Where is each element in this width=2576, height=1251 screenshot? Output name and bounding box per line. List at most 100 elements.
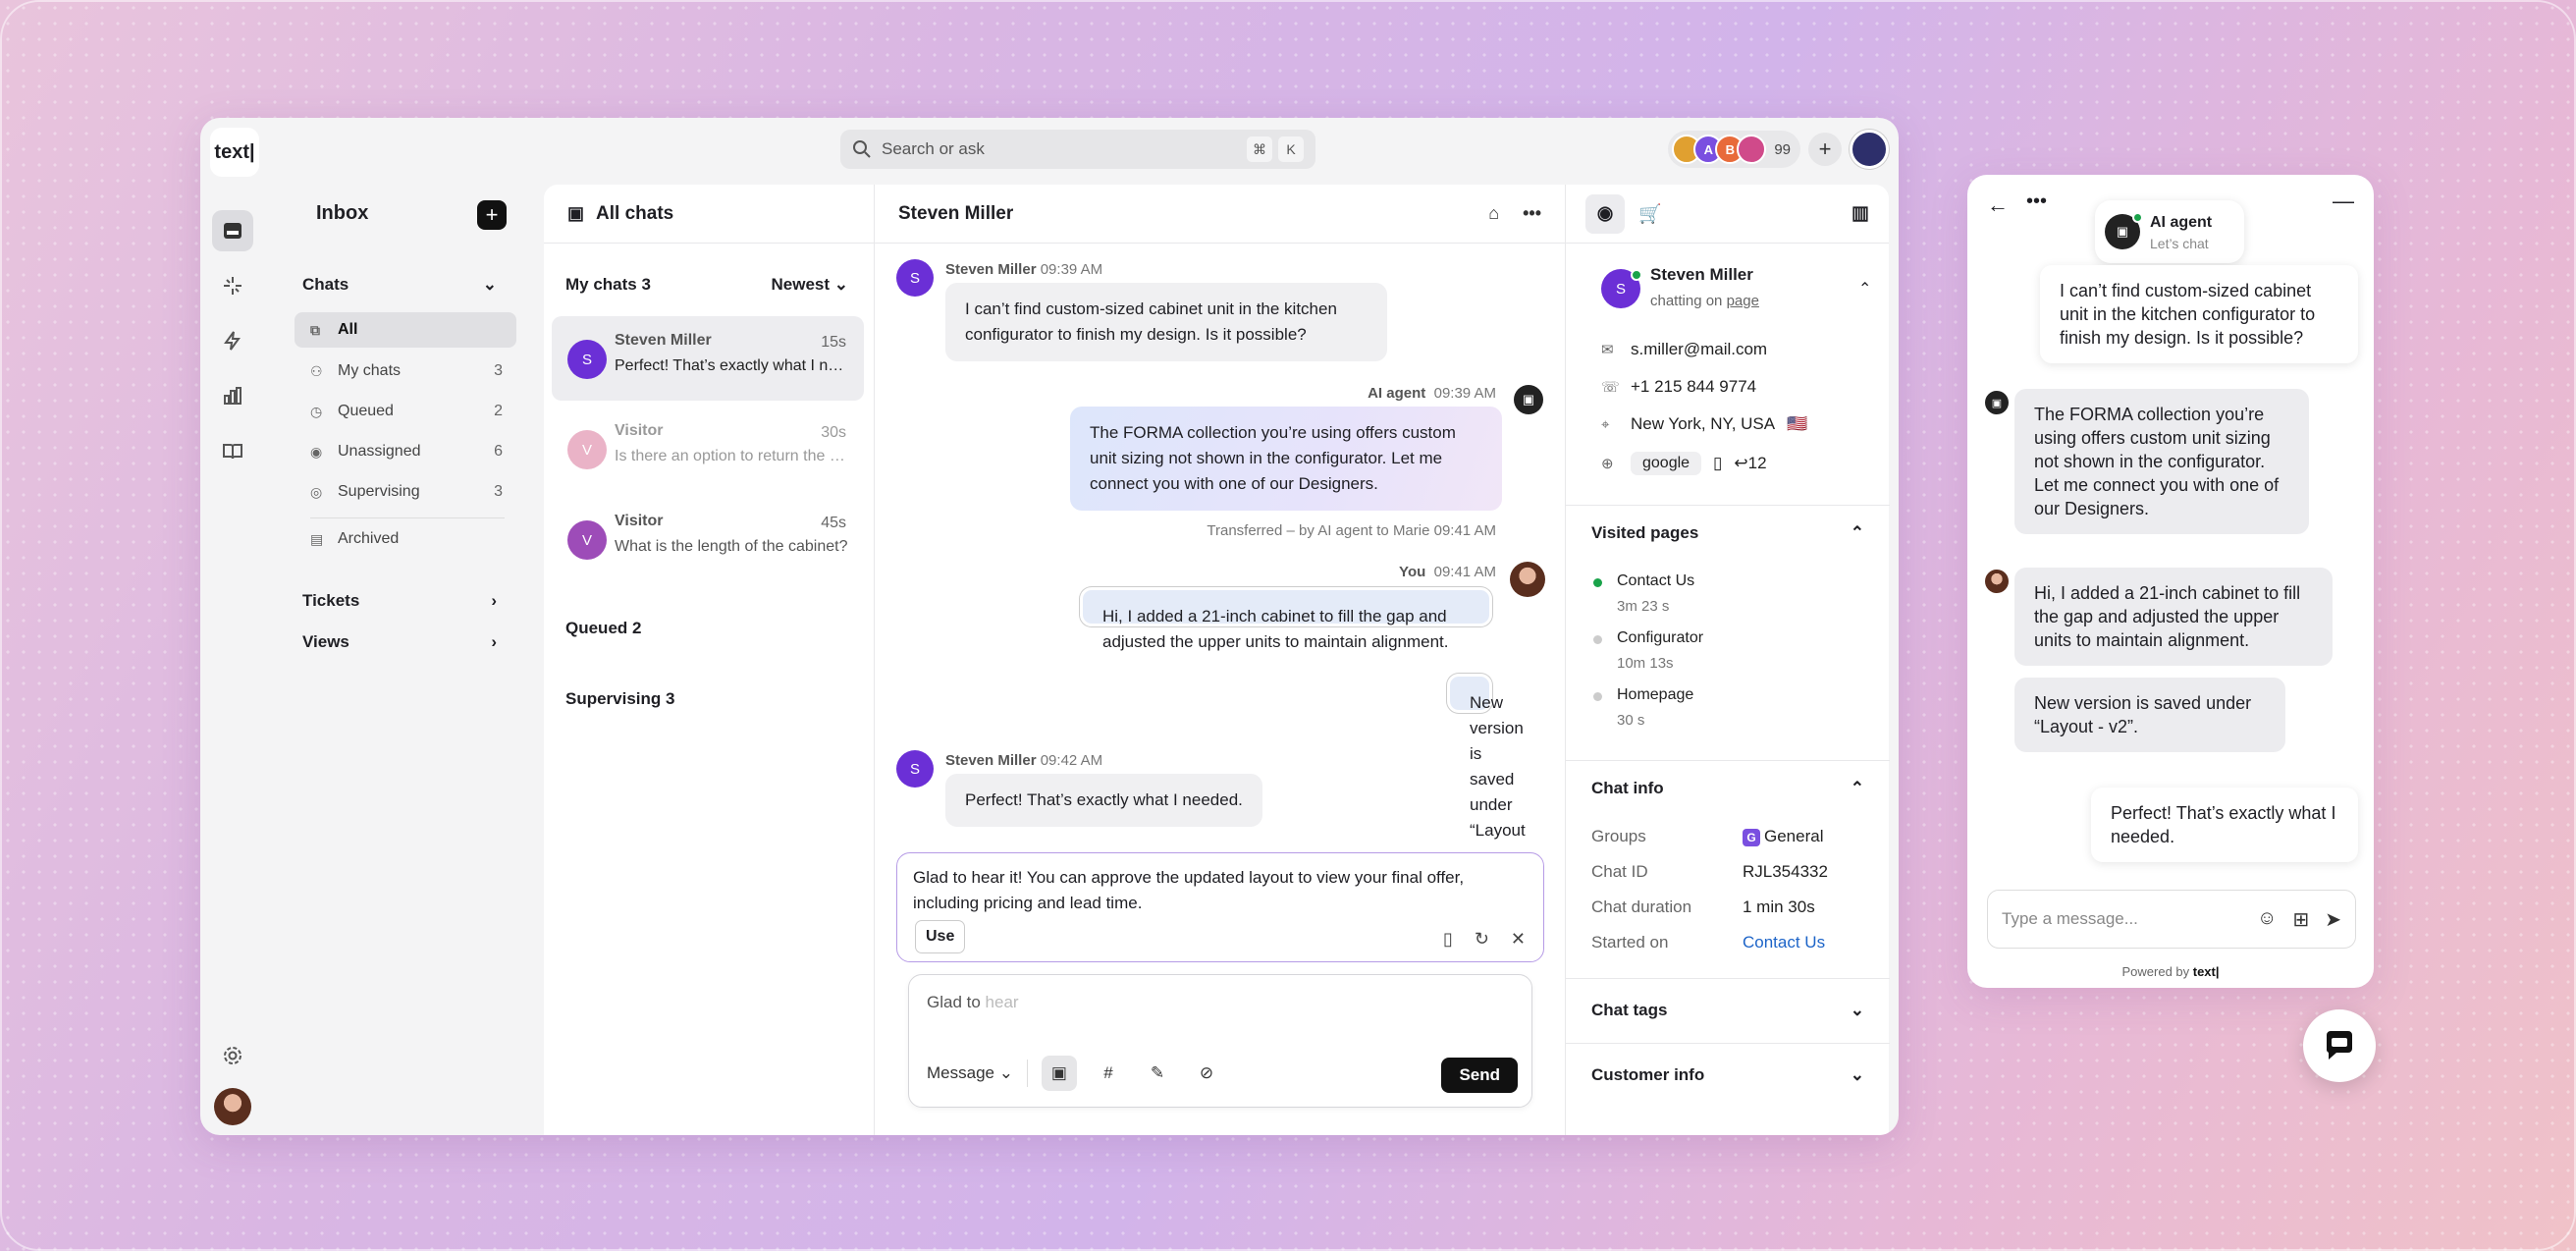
send-button[interactable]: Send <box>1441 1058 1518 1093</box>
search-icon <box>853 140 871 158</box>
agent-message: Hi, I added a 21-inch cabinet to fill th… <box>2014 568 2333 666</box>
widget-placeholder: Type a message... <box>2002 909 2138 928</box>
chat-id-value: RJL354332 <box>1743 862 1828 881</box>
chat-launcher-button[interactable] <box>2303 1009 2376 1082</box>
knowledge-book-icon[interactable] <box>212 430 253 471</box>
more-options-icon[interactable]: ••• <box>2026 190 2047 213</box>
message-author: You <box>1399 564 1426 580</box>
close-icon[interactable]: ✕ <box>1511 926 1526 952</box>
customer-message: Perfect! That’s exactly what I needed. <box>945 774 1262 827</box>
ai-agent-message: The FORMA collection you’re using offers… <box>1070 407 1502 511</box>
visited-pages-toggle[interactable]: Visited pages ⌃ <box>1591 523 1864 543</box>
message-time: 09:41 AM <box>1433 564 1496 580</box>
document-icon[interactable]: ▯ <box>1443 926 1453 952</box>
search-bar[interactable]: Search or ask ⌘ K <box>840 130 1315 169</box>
chevron-up-icon[interactable]: ⌃ <box>1858 279 1871 299</box>
chat-tags-toggle[interactable]: Chat tags ⌄ <box>1591 1001 1864 1020</box>
regenerate-icon[interactable]: ↻ <box>1475 926 1489 952</box>
chat-preview: Perfect! That’s exactly what I needed. <box>615 357 852 374</box>
powered-brand[interactable]: text| <box>2193 964 2220 979</box>
agent-header: ▣ AI agent Let’s chat <box>2095 200 2244 263</box>
status-link[interactable]: page <box>1727 293 1759 309</box>
automation-bolt-icon[interactable] <box>212 320 253 361</box>
nav-item-all[interactable]: ⧉ All <box>295 312 516 348</box>
location-value: New York, NY, USA <box>1631 414 1776 433</box>
page-name[interactable]: Homepage <box>1617 686 1693 703</box>
page-dot <box>1593 635 1602 644</box>
add-icon[interactable]: + <box>1808 133 1842 166</box>
message-composer[interactable]: Glad to hear Message ⌄ ▣ # ✎ ⊘ Send <box>908 974 1532 1108</box>
minimize-icon[interactable]: — <box>2333 189 2354 214</box>
composer-input[interactable]: Glad to hear <box>927 993 1019 1012</box>
hashtag-icon[interactable]: # <box>1091 1056 1126 1091</box>
nav-item-queued[interactable]: ◷ Queued 2 <box>295 394 516 429</box>
ai-compose-icon[interactable]: ▣ <box>1041 1056 1077 1091</box>
sidebar-toggle-icon[interactable]: ▣ <box>567 203 584 224</box>
profile-photo[interactable] <box>214 1088 251 1125</box>
add-attachment-icon[interactable]: ⊞ <box>2292 907 2309 932</box>
nav-item-my-chats[interactable]: ⚇ My chats 3 <box>295 354 516 389</box>
kbd-cmd: ⌘ <box>1247 136 1272 162</box>
globe-icon: ⊕ <box>1601 456 1614 472</box>
supervising-section[interactable]: Supervising 3 <box>565 689 674 709</box>
new-chat-button[interactable]: + <box>477 200 507 230</box>
message-meta: Steven Miller 09:42 AM <box>945 752 1102 769</box>
cart-tab-icon[interactable]: 🛒 <box>1638 202 1662 226</box>
visits-value: 12 <box>1747 454 1767 472</box>
app-logo[interactable]: text| <box>210 128 259 177</box>
chat-list-item[interactable]: V Visitor 45s What is the length of the … <box>552 497 864 581</box>
page-name[interactable]: Contact Us <box>1617 572 1694 589</box>
widget-message-input[interactable]: Type a message... ☺ ⊞ ➤ <box>1987 890 2356 949</box>
chat-list-header: ▣ All chats <box>544 185 874 244</box>
tag-icon[interactable]: ⌂ <box>1488 203 1499 224</box>
email-row: ✉ s.miller@mail.com <box>1601 340 1767 359</box>
emoji-icon[interactable]: ☺ <box>2257 907 2277 932</box>
customer-info-toggle[interactable]: Customer info ⌄ <box>1591 1065 1864 1085</box>
app-window: text| Search or ask ⌘ K A B 99 + Inbox + … <box>200 118 1899 1135</box>
section-title: Chat info <box>1591 779 1664 797</box>
message-type-dropdown[interactable]: Message ⌄ <box>927 1063 1013 1083</box>
chat-list-item[interactable]: S Steven Miller 15s Perfect! That’s exac… <box>552 316 864 401</box>
agents-online[interactable]: A B 99 <box>1668 131 1800 168</box>
views-section-toggle[interactable]: Views › <box>302 632 497 652</box>
nav-item-unassigned[interactable]: ◉ Unassigned 6 <box>295 434 516 469</box>
chat-id-key: Chat ID <box>1591 862 1648 881</box>
customer-tab-icon[interactable]: ◉ <box>1585 193 1625 234</box>
started-on-link[interactable]: Contact Us <box>1743 933 1825 952</box>
more-options-icon[interactable]: ••• <box>1523 203 1541 224</box>
chat-info-toggle[interactable]: Chat info ⌃ <box>1591 779 1864 798</box>
agent-message: New version is saved under “Layout - v2”… <box>1447 674 1526 891</box>
magic-wand-icon[interactable]: ✎ <box>1140 1056 1175 1091</box>
message-time: 09:39 AM <box>1433 385 1496 402</box>
send-arrow-icon[interactable]: ➤ <box>2325 907 2341 932</box>
queued-section[interactable]: Queued 2 <box>565 619 641 638</box>
ai-sparkle-icon[interactable] <box>212 265 253 306</box>
customer-message: I can’t find custom-sized cabinet unit i… <box>945 283 1387 361</box>
chats-section-toggle[interactable]: Chats ⌄ <box>302 275 497 295</box>
page-name[interactable]: Configurator <box>1617 629 1703 646</box>
nav-item-archived[interactable]: ▤ Archived <box>295 521 516 557</box>
panel-toggle-icon[interactable]: ▥ <box>1852 202 1869 225</box>
chat-name: Visitor <box>615 513 664 529</box>
back-arrow-icon[interactable]: ← <box>1987 192 2009 218</box>
visited-pages-section: Visited pages ⌃ Contact Us 3m 23 s Configu… <box>1566 505 1890 748</box>
use-suggestion-button[interactable]: Use <box>915 920 966 953</box>
nav-item-count: 3 <box>494 483 503 500</box>
nav-item-label: Queued <box>338 403 394 419</box>
reports-chart-icon[interactable] <box>212 375 253 416</box>
nav-item-supervising[interactable]: ◎ Supervising 3 <box>295 474 516 510</box>
inbox-icon[interactable] <box>212 210 253 251</box>
top-right-controls: A B 99 + <box>1668 130 1889 169</box>
tickets-section-toggle[interactable]: Tickets › <box>302 591 497 611</box>
sort-dropdown[interactable]: Newest ⌄ <box>771 275 848 295</box>
attachment-icon[interactable]: ⊘ <box>1189 1056 1224 1091</box>
settings-gear-icon[interactable] <box>212 1035 253 1076</box>
user-avatar[interactable] <box>1850 130 1889 169</box>
phone-value[interactable]: +1 215 844 9774 <box>1631 377 1756 397</box>
phone-row: ☏ +1 215 844 9774 <box>1601 377 1756 397</box>
chat-list-item[interactable]: V Visitor 30s Is there an option to retu… <box>552 407 864 491</box>
customer-info-section: Customer info ⌄ <box>1566 1043 1890 1112</box>
chat-avatar: V <box>567 520 607 560</box>
visited-page: Homepage 30 s <box>1617 686 1693 729</box>
email-value[interactable]: s.miller@mail.com <box>1631 340 1767 359</box>
